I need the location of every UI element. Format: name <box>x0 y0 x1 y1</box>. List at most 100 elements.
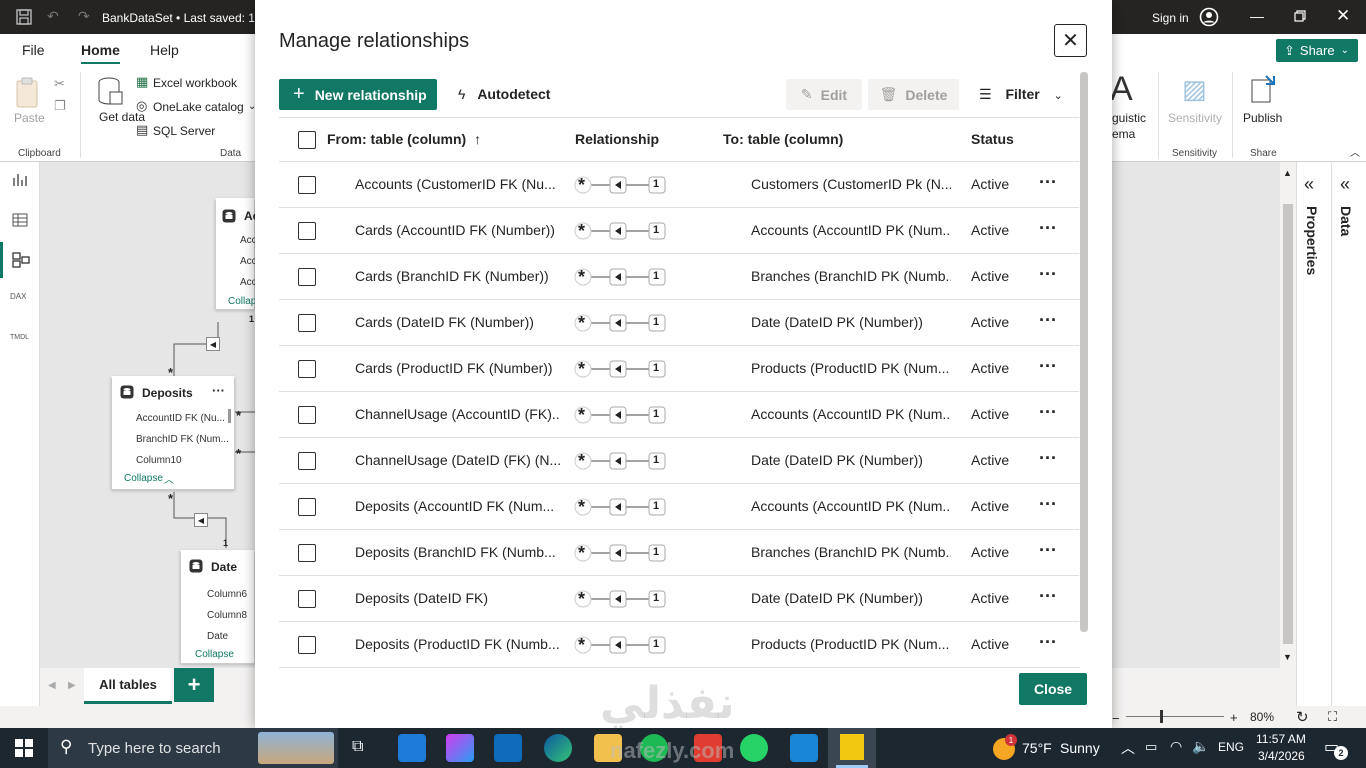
row-checkbox[interactable] <box>298 590 316 608</box>
table-column[interactable]: Date <box>207 631 228 642</box>
more-options-button[interactable]: ··· <box>1039 356 1057 377</box>
database-icon[interactable] <box>96 76 124 111</box>
chevron-right-icon[interactable]: ▶ <box>68 680 76 691</box>
more-options-button[interactable]: ··· <box>1039 540 1057 561</box>
column-header-relationship[interactable]: Relationship <box>575 131 659 147</box>
reset-zoom-icon[interactable]: ↻ <box>1296 708 1309 726</box>
zoom-in-icon[interactable]: + <box>1230 710 1238 725</box>
zoom-out-icon[interactable]: − <box>1112 711 1120 726</box>
tab-all-tables[interactable]: All tables <box>84 668 172 704</box>
more-options-button[interactable]: ··· <box>1039 632 1057 653</box>
scrollbar[interactable] <box>228 409 231 423</box>
whatsapp-icon[interactable] <box>740 734 768 762</box>
close-window-icon[interactable]: ✕ <box>1336 6 1350 26</box>
more-options-button[interactable]: ··· <box>1039 172 1057 193</box>
sql-server-button[interactable]: SQL Server <box>153 124 215 138</box>
more-options-button[interactable]: ··· <box>1039 494 1057 515</box>
chevron-down-icon[interactable]: ▼ <box>1283 652 1292 662</box>
expand-data-icon[interactable]: « <box>1340 174 1350 195</box>
row-checkbox[interactable] <box>298 176 316 194</box>
autodetect-button[interactable]: ϟ Autodetect <box>458 86 550 102</box>
collapse-link[interactable]: Collapse <box>195 649 234 660</box>
table-row[interactable]: Cards (AccountID FK (Number)) * 1 Accounts … <box>279 208 1079 254</box>
weather-text[interactable]: Sunny <box>1060 740 1100 756</box>
table-row[interactable]: Deposits (AccountID FK (Num... * 1 Accounts… <box>279 484 1079 530</box>
table-row[interactable]: ChannelUsage (AccountID (FK)... * 1 Account… <box>279 392 1079 438</box>
row-checkbox[interactable] <box>298 360 316 378</box>
properties-pane-tab[interactable]: Properties <box>1304 206 1320 275</box>
fit-to-screen-icon[interactable]: ⛶ <box>1328 709 1337 725</box>
account-icon[interactable] <box>1199 7 1219 30</box>
publish-button[interactable]: Publish <box>1243 111 1282 125</box>
table-row[interactable]: Cards (ProductID FK (Number)) * 1 Products … <box>279 346 1079 392</box>
dialog-scrollbar-thumb[interactable] <box>1080 72 1088 632</box>
chevron-left-icon[interactable]: ◀ <box>48 680 56 691</box>
edit-button[interactable]: ✎ Edit <box>786 79 862 110</box>
data-pane-tab[interactable]: Data <box>1338 206 1354 236</box>
row-checkbox[interactable] <box>298 544 316 562</box>
table-row[interactable]: Deposits (BranchID FK (Numb... * 1 Branches… <box>279 530 1079 576</box>
menu-file[interactable]: File <box>22 42 45 58</box>
table-card-deposits[interactable]: Deposits ··· AccountID FK (Nu... BranchI… <box>111 376 235 490</box>
save-icon[interactable] <box>16 9 32 28</box>
linguistic-icon[interactable]: A <box>1110 70 1133 109</box>
table-card-date[interactable]: Date Column6 Column8 Date Collapse <box>180 550 255 664</box>
onelake-catalog-button[interactable]: OneLake catalog <box>153 100 244 114</box>
clock-date[interactable]: 3/4/2026 <box>1258 749 1305 763</box>
close-button[interactable]: Close <box>1019 673 1087 705</box>
linguistic-label2[interactable]: ema <box>1112 127 1135 141</box>
table-view-icon[interactable] <box>12 212 28 231</box>
dax-query-icon[interactable]: DAX <box>10 292 26 301</box>
delete-button[interactable]: 🗑 Delete <box>868 79 959 110</box>
task-view-icon[interactable]: ⧉ <box>352 738 363 756</box>
volume-icon[interactable]: 🔈 <box>1192 738 1209 755</box>
table-row[interactable]: Cards (DateID FK (Number)) * 1 Date (DateID… <box>279 300 1079 346</box>
table-row[interactable]: ChannelUsage (DateID (FK) (N... * 1 Date (D… <box>279 438 1079 484</box>
linguistic-label[interactable]: guistic <box>1112 111 1146 125</box>
chevron-up-icon[interactable]: ▲ <box>1283 168 1292 178</box>
new-relationship-button[interactable]: + New relationship <box>279 79 437 110</box>
redo-icon[interactable]: ↷ <box>78 8 90 25</box>
add-layout-button[interactable]: + <box>174 668 214 702</box>
table-column[interactable]: BranchID FK (Num... <box>136 434 229 445</box>
more-options-button[interactable]: ··· <box>1039 448 1057 469</box>
menu-home[interactable]: Home <box>81 42 120 65</box>
copilot-icon[interactable] <box>446 734 474 762</box>
collapse-ribbon-icon[interactable]: ︿ <box>1350 144 1360 159</box>
report-view-icon[interactable] <box>12 172 28 191</box>
edge-icon[interactable] <box>544 734 572 762</box>
paste-label[interactable]: Paste <box>14 111 45 125</box>
minimize-icon[interactable]: — <box>1250 8 1264 24</box>
cut-icon[interactable]: ✂ <box>54 76 65 92</box>
store-icon[interactable] <box>398 734 426 762</box>
row-checkbox[interactable] <box>298 222 316 240</box>
column-header-from[interactable]: From: table (column) ↑ <box>327 131 481 147</box>
filter-button[interactable]: ☰ Filter ⌄ <box>979 86 1063 103</box>
collapse-link[interactable]: Collapse <box>124 473 163 484</box>
table-column[interactable]: Column8 <box>207 610 247 621</box>
menu-help[interactable]: Help <box>150 42 179 58</box>
sensitivity-button[interactable]: Sensitivity <box>1168 111 1222 125</box>
chevron-up-icon[interactable]: ︿ <box>1121 738 1135 758</box>
tmdl-view-icon[interactable]: TMDL <box>10 334 29 341</box>
share-button[interactable]: ⇪ Share ⌄ <box>1276 39 1358 62</box>
taskbar-search-box[interactable]: ⚲ Type here to search <box>48 728 338 768</box>
close-dialog-button[interactable]: ✕ <box>1054 24 1087 57</box>
table-column[interactable]: Column10 <box>136 455 182 466</box>
row-checkbox[interactable] <box>298 314 316 332</box>
zoom-level[interactable]: 80% <box>1250 710 1274 724</box>
scrollbar-thumb[interactable] <box>1283 204 1293 644</box>
clock-time[interactable]: 11:57 AM <box>1256 732 1306 746</box>
row-checkbox[interactable] <box>298 406 316 424</box>
outlook-icon[interactable] <box>494 734 522 762</box>
more-options-button[interactable]: ··· <box>1039 402 1057 423</box>
battery-icon[interactable]: ▭ <box>1145 739 1157 755</box>
wifi-icon[interactable]: ◠ <box>1170 738 1182 755</box>
more-options-icon[interactable]: ··· <box>212 383 225 398</box>
copy-icon[interactable]: ❐ <box>54 98 66 114</box>
table-row[interactable]: Deposits (ProductID FK (Numb... * 1 Product… <box>279 622 1079 668</box>
row-checkbox[interactable] <box>298 636 316 654</box>
excel-workbook-button[interactable]: Excel workbook <box>153 76 237 90</box>
expand-properties-icon[interactable]: « <box>1304 174 1314 195</box>
restore-icon[interactable] <box>1294 10 1306 25</box>
